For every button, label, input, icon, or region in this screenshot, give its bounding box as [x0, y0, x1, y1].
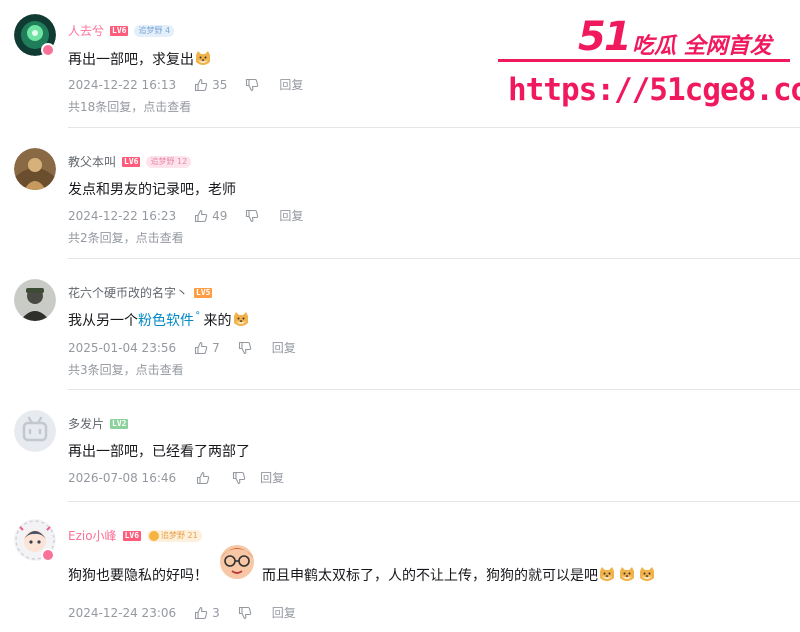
doge-emoji-icon — [598, 566, 616, 584]
comment-text: 再出一部吧，求复出 — [68, 49, 212, 69]
comment-meta: 2025-01-04 23:56 7 回复 — [68, 339, 296, 356]
fan-badge: 追梦野 12 — [146, 155, 192, 168]
dislike-button[interactable] — [245, 78, 259, 92]
comment-date: 2024-12-24 23:06 — [68, 605, 177, 620]
sticker-image — [214, 537, 260, 583]
watermark-logo-number: 51 — [578, 14, 632, 60]
reply-button[interactable]: 回复 — [272, 339, 296, 356]
thumbs-up-icon — [195, 606, 208, 619]
comment-meta: 2024-12-24 23:06 3 回复 — [68, 604, 296, 621]
comment-body: 我从另一个 — [68, 313, 138, 329]
vip-badge — [41, 43, 55, 57]
dislike-button[interactable] — [232, 471, 246, 485]
comment-body: 狗狗也要隐私的好吗！ — [68, 568, 208, 584]
thumbs-down-icon — [238, 341, 252, 354]
thumbs-down-icon — [246, 209, 259, 222]
like-count: 49 — [212, 208, 228, 223]
reply-button[interactable]: 回复 — [279, 207, 303, 224]
thumbs-up-icon — [195, 209, 208, 222]
view-replies-link[interactable]: 共3条回复，点击查看 — [68, 361, 184, 378]
username[interactable]: 教父本叫 — [68, 153, 116, 170]
username-row: 花六个硬币改的名字丶 LV5 — [68, 284, 213, 301]
fan-badge: 追梦野 21 — [147, 529, 202, 542]
comment-text: 再出一部吧，已经看了两部了 — [68, 441, 250, 461]
comment-body: 再出一部吧，已经看了两部了 — [68, 444, 250, 460]
watermark-underline — [498, 59, 790, 62]
username-row: Ezio小峰 LV6 追梦野 21 — [68, 527, 202, 544]
divider — [68, 389, 800, 390]
divider — [68, 127, 800, 128]
comment-text: 发点和男友的记录吧，老师 — [68, 179, 236, 199]
comment-meta: 2024-12-22 16:23 49 回复 — [68, 207, 303, 224]
avatar[interactable] — [14, 410, 56, 452]
username-row: 人去兮 LV6 追梦野 4 — [68, 22, 175, 39]
comment-text: 我从另一个 粉色软件 ⚬ 来的 — [68, 309, 250, 330]
thumbs-up-icon — [195, 341, 208, 354]
doge-emoji-icon — [194, 50, 212, 68]
like-count: 35 — [212, 77, 228, 92]
avatar[interactable] — [14, 148, 56, 190]
view-replies-link[interactable]: 共18条回复，点击查看 — [68, 98, 191, 115]
reply-button[interactable]: 回复 — [279, 76, 303, 93]
view-replies-link[interactable]: 共2条回复，点击查看 — [68, 229, 184, 246]
comment-body-end: 来的 — [203, 313, 232, 329]
fan-badge-label: 追梦野 21 — [161, 530, 198, 540]
watermark-logo-text: 吃瓜 全网首发 — [632, 34, 772, 59]
like-button[interactable]: 49 — [194, 209, 227, 223]
username[interactable]: 人去兮 — [68, 22, 104, 39]
username[interactable]: Ezio小峰 — [68, 527, 117, 544]
like-button[interactable]: 3 — [194, 606, 220, 620]
level-badge: LV6 — [110, 25, 129, 36]
doge-emoji-icon — [618, 566, 636, 584]
username[interactable]: 多发片 — [68, 415, 104, 432]
comment-date: 2024-12-22 16:13 — [68, 77, 177, 92]
comment-body: 再出一部吧，求复出 — [68, 52, 194, 68]
like-button[interactable]: 7 — [194, 341, 220, 355]
like-button[interactable]: 35 — [194, 78, 227, 92]
thumbs-up-icon — [197, 471, 210, 484]
like-count: 3 — [212, 605, 220, 620]
thumbs-up-icon — [195, 78, 208, 91]
username-row: 多发片 LV2 — [68, 415, 129, 432]
divider — [68, 501, 800, 502]
username-row: 教父本叫 LV6 追梦野 12 — [68, 153, 192, 170]
comment-meta: 2024-12-22 16:13 35 回复 — [68, 76, 303, 93]
doge-emoji-icon — [638, 566, 656, 584]
username[interactable]: 花六个硬币改的名字丶 — [68, 284, 188, 301]
thumbs-down-icon — [246, 78, 259, 91]
comment-body: 发点和男友的记录吧，老师 — [68, 182, 236, 198]
fan-badge: 追梦野 4 — [134, 24, 175, 37]
vip-badge — [41, 548, 55, 562]
avatar[interactable] — [14, 279, 56, 321]
level-badge: LV6 — [122, 530, 142, 541]
keyword-link[interactable]: 粉色软件 — [138, 310, 194, 330]
dislike-button[interactable] — [245, 209, 259, 223]
comment-text: 狗狗也要隐私的好吗！ 而且申鹤太双标了，人的不让上传，狗狗的就可以是吧 — [68, 545, 656, 585]
watermark-logo: 51 吃瓜 全网首发 — [578, 14, 798, 64]
comment-meta: 2026-07-08 16:46 回复 — [68, 469, 284, 486]
comment-date: 2026-07-08 16:46 — [68, 470, 177, 485]
like-button[interactable] — [196, 471, 210, 485]
like-count: 7 — [212, 340, 220, 355]
dislike-button[interactable] — [238, 606, 252, 620]
search-small-icon[interactable]: ⚬ — [194, 309, 202, 319]
comment-date: 2025-01-04 23:56 — [68, 340, 177, 355]
comment-date: 2024-12-22 16:23 — [68, 208, 177, 223]
doge-emoji-icon — [232, 311, 250, 329]
dislike-button[interactable] — [238, 341, 252, 355]
thumbs-down-icon — [233, 471, 246, 484]
level-badge: LV6 — [122, 156, 141, 167]
level-badge: LV2 — [110, 418, 129, 429]
reply-button[interactable]: 回复 — [260, 469, 284, 486]
comment-body-end: 而且申鹤太双标了，人的不让上传，狗狗的就可以是吧 — [262, 568, 598, 584]
watermark-url: https://51cge8.com — [508, 72, 800, 108]
level-badge: LV5 — [194, 287, 213, 298]
thumbs-down-icon — [238, 606, 252, 619]
lightning-icon — [149, 530, 160, 541]
reply-button[interactable]: 回复 — [272, 604, 296, 621]
divider — [68, 258, 800, 259]
